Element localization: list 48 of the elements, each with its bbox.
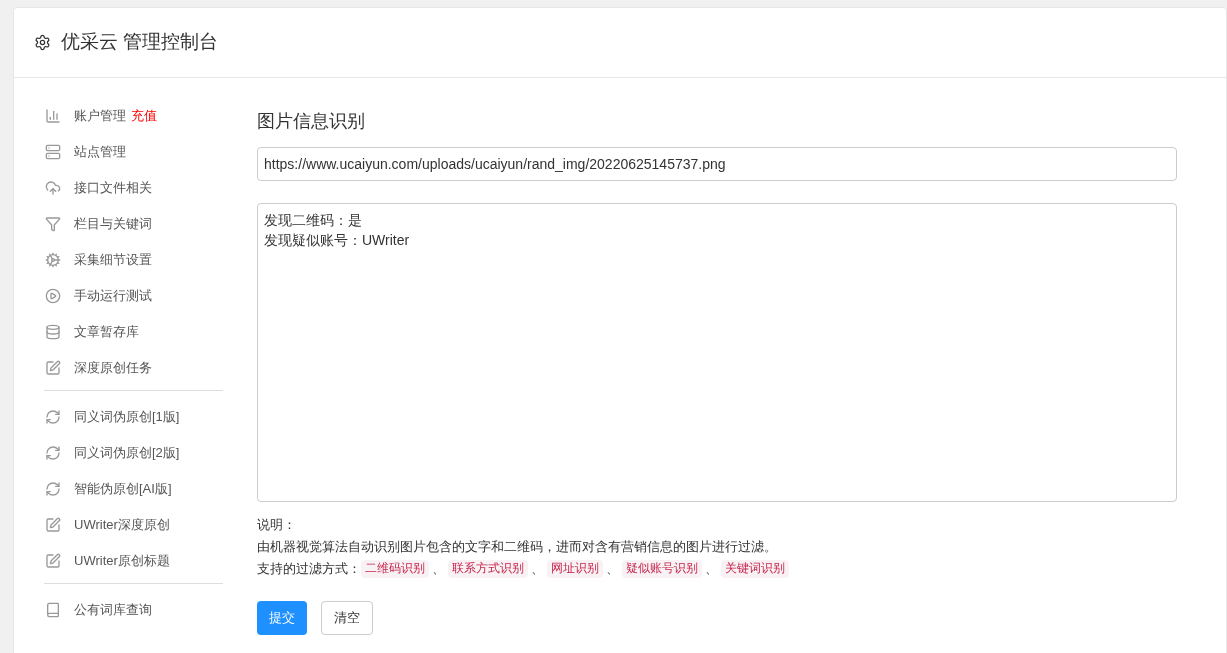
sidebar-item[interactable]: 站点管理	[74, 142, 126, 162]
filters-label: 支持的过滤方式：	[257, 561, 361, 578]
console-title: 优采云 管理控制台	[61, 30, 219, 55]
filter-tag: 疑似账号识别	[622, 560, 702, 578]
sidebar-item[interactable]: 采集细节设置	[74, 250, 152, 270]
sidebar-item[interactable]: 手动运行测试	[74, 286, 152, 306]
result-line: 发现二维码：是	[264, 211, 362, 230]
sidebar-item[interactable]: 接口文件相关	[74, 178, 152, 198]
separator: 、	[432, 561, 445, 578]
notes-title: 说明：	[257, 517, 296, 534]
separator: 、	[531, 561, 544, 578]
refresh-icon	[45, 445, 61, 461]
sidebar-item[interactable]: 深度原创任务	[74, 358, 152, 378]
filter-tag: 联系方式识别	[448, 560, 528, 578]
filter-tag: 关键词识别	[721, 560, 789, 578]
sidebar-item[interactable]: 同义词伪原创[2版]	[74, 443, 180, 463]
edit-icon	[45, 517, 61, 533]
sidebar-item[interactable]: 同义词伪原创[1版]	[74, 407, 180, 427]
image-url-field[interactable]: https://www.ucaiyun.com/uploads/ucaiyun/rand_img/20220625145737.png	[257, 147, 1177, 181]
cloud-upload-icon	[45, 180, 61, 196]
settings-icon	[34, 34, 51, 51]
notes-description: 由机器视觉算法自动识别图片包含的文字和二维码，进而对含有营销信息的图片进行过滤。	[257, 539, 777, 556]
filter-tag: 网址识别	[547, 560, 603, 578]
sidebar-item[interactable]: 栏目与关键词	[74, 214, 152, 234]
page-heading: 图片信息识别	[257, 110, 366, 133]
sidebar-item[interactable]: 账户管理	[74, 106, 126, 126]
sidebar-item[interactable]: UWriter深度原创	[74, 515, 170, 535]
bar-chart-icon	[45, 108, 61, 124]
recharge-link[interactable]: 充值	[131, 106, 157, 126]
result-line: 发现疑似账号：UWriter	[264, 231, 410, 250]
clear-button[interactable]: 清空	[321, 601, 373, 635]
refresh-icon	[45, 481, 61, 497]
edit-icon	[45, 553, 61, 569]
filter-icon	[45, 216, 61, 232]
database-icon	[45, 324, 61, 340]
refresh-icon	[45, 409, 61, 425]
edit-icon	[45, 360, 61, 376]
separator: 、	[606, 561, 619, 578]
sidebar-item[interactable]: 公有词库查询	[74, 600, 152, 620]
server-icon	[45, 144, 61, 160]
sidebar-item[interactable]: UWriter原创标题	[74, 551, 170, 571]
separator: 、	[705, 561, 718, 578]
sidebar-item[interactable]: 智能伪原创[AI版]	[74, 479, 172, 499]
play-icon	[45, 288, 61, 304]
filter-tag: 二维码识别	[361, 560, 429, 578]
book-icon	[45, 602, 61, 618]
sidebar-item[interactable]: 文章暂存库	[74, 322, 139, 342]
result-textarea[interactable]: 发现二维码：是 发现疑似账号：UWriter	[257, 203, 1177, 502]
